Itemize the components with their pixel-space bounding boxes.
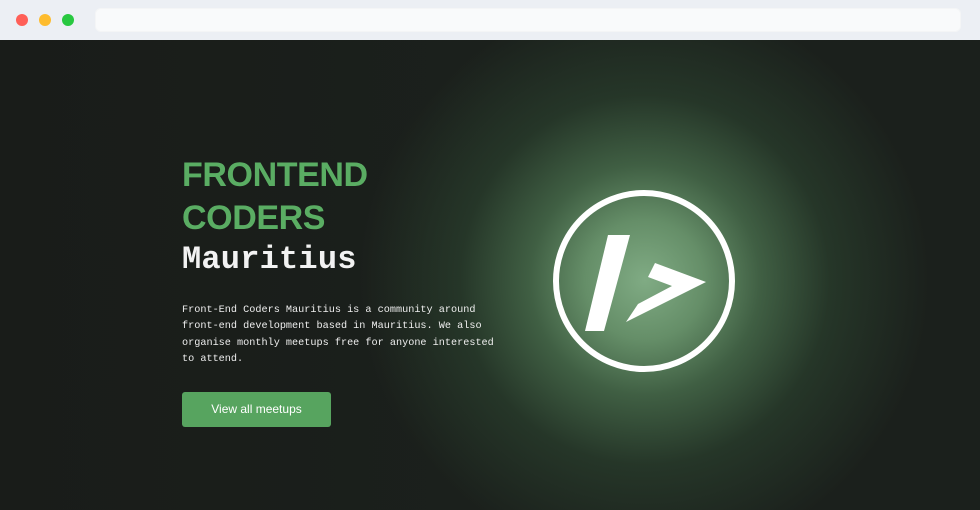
maximize-window-button[interactable] xyxy=(62,14,74,26)
minimize-window-button[interactable] xyxy=(39,14,51,26)
hero-title-coders: CODERS xyxy=(182,199,326,237)
browser-window: FRONTEND CODERS Mauritius Front-End Code… xyxy=(0,0,980,510)
close-window-button[interactable] xyxy=(16,14,28,26)
hero-title-frontend: FRONTEND xyxy=(182,156,368,194)
logo-circle-icon xyxy=(553,190,735,372)
hero-heading-group: FRONTEND CODERS Mauritius xyxy=(182,154,502,280)
view-all-meetups-button[interactable]: View all meetups xyxy=(182,392,331,427)
landing-page-viewport: FRONTEND CODERS Mauritius Front-End Code… xyxy=(0,40,980,510)
hero-subtitle: Mauritius xyxy=(182,241,357,278)
hero-description: Front-End Coders Mauritius is a communit… xyxy=(182,305,494,366)
address-bar[interactable] xyxy=(95,8,961,32)
frontend-coders-logo-icon xyxy=(553,190,735,372)
logo-slash-icon xyxy=(585,235,630,331)
logo-chevron-icon xyxy=(626,263,706,322)
browser-toolbar xyxy=(0,0,980,40)
